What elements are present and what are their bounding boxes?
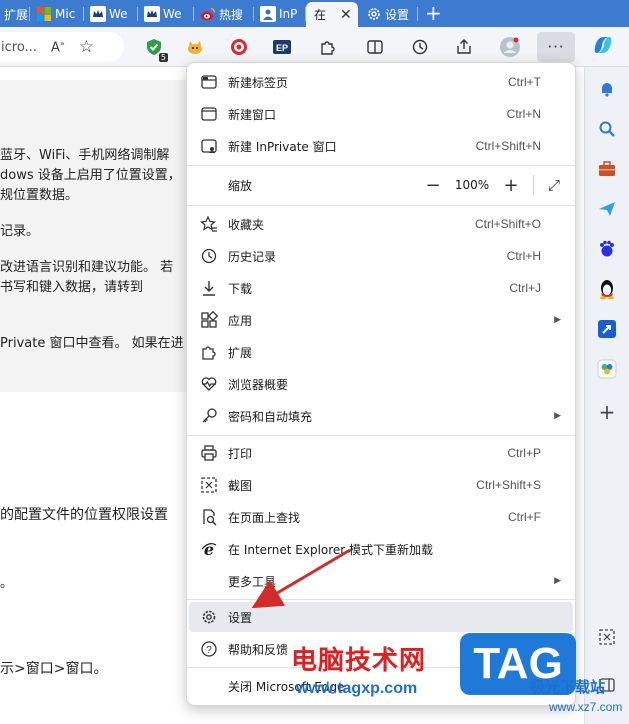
- watermark-url: www.tagxp.com: [296, 680, 418, 697]
- annotation-arrow: [251, 548, 351, 609]
- watermark-title: 电脑技术网: [291, 646, 427, 676]
- watermark-site-url: www.xz7.com: [549, 700, 623, 714]
- watermark-site-name: 极光下载站: [530, 678, 606, 696]
